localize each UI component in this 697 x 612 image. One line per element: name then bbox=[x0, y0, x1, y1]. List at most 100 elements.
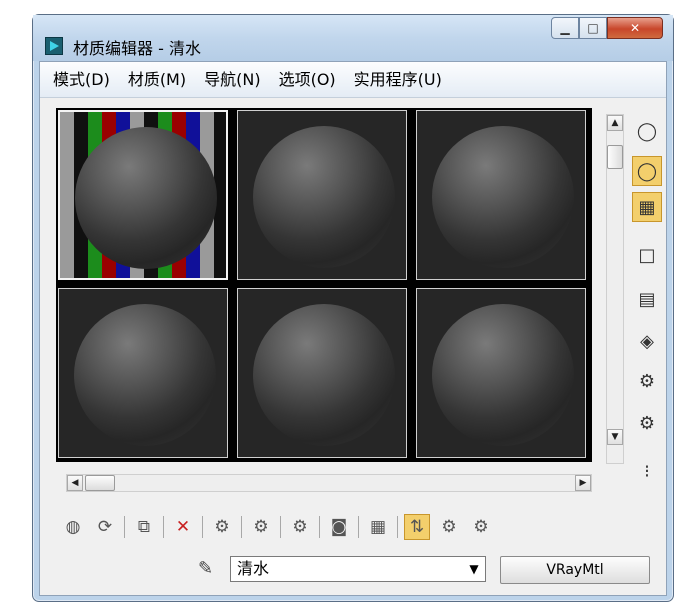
put-to-scene-icon: ⟳ bbox=[97, 517, 113, 537]
material-navigator-button[interactable]: ⁝ bbox=[632, 456, 662, 486]
toolbar-separator bbox=[358, 516, 359, 538]
menu-utilities[interactable]: 实用程序(U) bbox=[345, 67, 451, 93]
menu-navigation[interactable]: 导航(N) bbox=[195, 67, 269, 93]
sample-slot-4[interactable] bbox=[58, 288, 228, 458]
material-sphere bbox=[432, 126, 574, 268]
go-to-parent-icon: ⚙ bbox=[441, 517, 457, 537]
material-sphere bbox=[432, 304, 574, 446]
menu-material[interactable]: 材质(M) bbox=[119, 67, 195, 93]
dropdown-arrow-icon[interactable]: ▼ bbox=[465, 559, 483, 579]
backlight-button[interactable]: ◯ bbox=[632, 156, 662, 186]
sample-slot-3[interactable] bbox=[416, 110, 586, 280]
video-color-check-icon: ▤ bbox=[638, 288, 656, 310]
uv-tiling-icon: □ bbox=[638, 244, 656, 266]
title-bar[interactable]: 材质编辑器 - 清水 ▁ □ ✕ bbox=[33, 15, 673, 61]
close-button[interactable]: ✕ bbox=[607, 17, 663, 39]
scroll-left-button[interactable]: ◀ bbox=[67, 475, 83, 491]
material-name-field[interactable]: 清水 ▼ bbox=[230, 556, 486, 582]
select-by-material-button[interactable]: ⚙ bbox=[632, 408, 662, 438]
show-end-result-icon: ⇅ bbox=[409, 517, 425, 537]
backlight-icon: ◯ bbox=[636, 160, 658, 182]
scroll-up-button[interactable]: ▲ bbox=[607, 115, 623, 131]
eyedropper-icon: ✎ bbox=[198, 558, 214, 579]
background-icon: ▦ bbox=[638, 196, 656, 218]
sample-slot-grid bbox=[56, 108, 592, 462]
material-sphere bbox=[253, 126, 395, 268]
go-forward-sibling-button[interactable]: ⚙ bbox=[468, 514, 494, 540]
sample-slot-2[interactable] bbox=[237, 110, 407, 280]
window-title: 材质编辑器 - 清水 bbox=[73, 39, 201, 58]
material-type-button[interactable]: VRayMtl bbox=[500, 556, 650, 584]
horizontal-scrollbar[interactable]: ◀ ▶ bbox=[66, 474, 592, 492]
toolbar-separator bbox=[124, 516, 125, 538]
horizontal-scroll-thumb[interactable] bbox=[85, 475, 115, 491]
material-editor-window: 材质编辑器 - 清水 ▁ □ ✕ 模式(D) 材质(M) 导航(N) 选项(O)… bbox=[32, 14, 674, 602]
app-icon bbox=[45, 37, 63, 55]
sample-type-icon: ◯ bbox=[636, 120, 658, 142]
arrow-left-icon: ◀ bbox=[71, 478, 79, 488]
scroll-right-button[interactable]: ▶ bbox=[575, 475, 591, 491]
vertical-scroll-thumb[interactable] bbox=[607, 145, 623, 169]
minimize-icon: ▁ bbox=[560, 21, 570, 35]
reset-material-icon: ✕ bbox=[175, 517, 191, 537]
go-forward-sibling-icon: ⚙ bbox=[473, 517, 489, 537]
material-sphere bbox=[75, 127, 217, 269]
toolbar-separator bbox=[163, 516, 164, 538]
sample-slot-6[interactable] bbox=[416, 288, 586, 458]
material-name-bar: ✎ 清水 ▼ VRayMtl bbox=[40, 552, 666, 588]
show-map-in-viewport-icon: ▦ bbox=[369, 517, 387, 537]
sample-slot-5[interactable] bbox=[237, 288, 407, 458]
toolbar-separator bbox=[397, 516, 398, 538]
options-icon: ⚙ bbox=[638, 370, 656, 392]
arrow-up-icon: ▲ bbox=[611, 118, 619, 128]
get-material-icon: ◍ bbox=[65, 517, 81, 537]
client-area: 模式(D) 材质(M) 导航(N) 选项(O) 实用程序(U) ▲ ▼ ◀ ▶ … bbox=[39, 61, 667, 596]
show-map-in-viewport-button[interactable]: ▦ bbox=[365, 514, 391, 540]
material-navigator-icon: ⁝ bbox=[644, 460, 650, 482]
make-preview-button[interactable]: ◈ bbox=[632, 326, 662, 356]
maximize-icon: □ bbox=[587, 21, 599, 35]
arrow-down-icon: ▼ bbox=[611, 432, 619, 442]
reset-material-button[interactable]: ✕ bbox=[170, 514, 196, 540]
toolbar-separator bbox=[202, 516, 203, 538]
make-unique-icon: ⚙ bbox=[253, 517, 269, 537]
menu-mode[interactable]: 模式(D) bbox=[44, 67, 119, 93]
material-id-channel-icon: ◙ bbox=[330, 517, 348, 537]
show-end-result-button[interactable]: ⇅ bbox=[404, 514, 430, 540]
toolbar-separator bbox=[280, 516, 281, 538]
toolbar-separator bbox=[319, 516, 320, 538]
assign-to-selection-icon: ⧉ bbox=[137, 517, 151, 537]
bottom-toolbar: ◍ ⟳ ⧉ ✕ ⚙ ⚙ ⚙ ◙ ▦ ⇅ ⚙ ⚙ bbox=[60, 512, 660, 542]
uv-tiling-button[interactable]: □ bbox=[632, 240, 662, 270]
get-material-button[interactable]: ◍ bbox=[60, 514, 86, 540]
make-copy-button[interactable]: ⚙ bbox=[209, 514, 235, 540]
toolbar-separator bbox=[241, 516, 242, 538]
close-icon: ✕ bbox=[629, 21, 641, 35]
sample-slot-1[interactable] bbox=[58, 110, 228, 280]
scroll-down-button[interactable]: ▼ bbox=[607, 429, 623, 445]
put-to-library-button[interactable]: ⚙ bbox=[287, 514, 313, 540]
background-button[interactable]: ▦ bbox=[632, 192, 662, 222]
material-name-value: 清水 bbox=[237, 559, 270, 578]
maximize-button[interactable]: □ bbox=[579, 17, 607, 39]
material-sphere bbox=[253, 304, 395, 446]
menu-options[interactable]: 选项(O) bbox=[270, 67, 345, 93]
sample-type-button[interactable]: ◯ bbox=[632, 116, 662, 146]
make-copy-icon: ⚙ bbox=[214, 517, 230, 537]
go-to-parent-button[interactable]: ⚙ bbox=[436, 514, 462, 540]
select-by-material-icon: ⚙ bbox=[638, 412, 656, 434]
options-button[interactable]: ⚙ bbox=[632, 366, 662, 396]
vertical-scrollbar[interactable]: ▲ ▼ bbox=[606, 114, 624, 464]
menu-bar: 模式(D) 材质(M) 导航(N) 选项(O) 实用程序(U) bbox=[40, 62, 666, 98]
arrow-right-icon: ▶ bbox=[579, 478, 587, 488]
assign-to-selection-button[interactable]: ⧉ bbox=[131, 514, 157, 540]
minimize-button[interactable]: ▁ bbox=[551, 17, 579, 39]
put-to-scene-button[interactable]: ⟳ bbox=[92, 514, 118, 540]
put-to-library-icon: ⚙ bbox=[292, 517, 308, 537]
eyedropper-button[interactable]: ✎ bbox=[198, 558, 213, 579]
video-color-check-button[interactable]: ▤ bbox=[632, 284, 662, 314]
material-id-channel-button[interactable]: ◙ bbox=[326, 514, 352, 540]
make-unique-button[interactable]: ⚙ bbox=[248, 514, 274, 540]
make-preview-icon: ◈ bbox=[640, 330, 654, 352]
material-sphere bbox=[74, 304, 216, 446]
